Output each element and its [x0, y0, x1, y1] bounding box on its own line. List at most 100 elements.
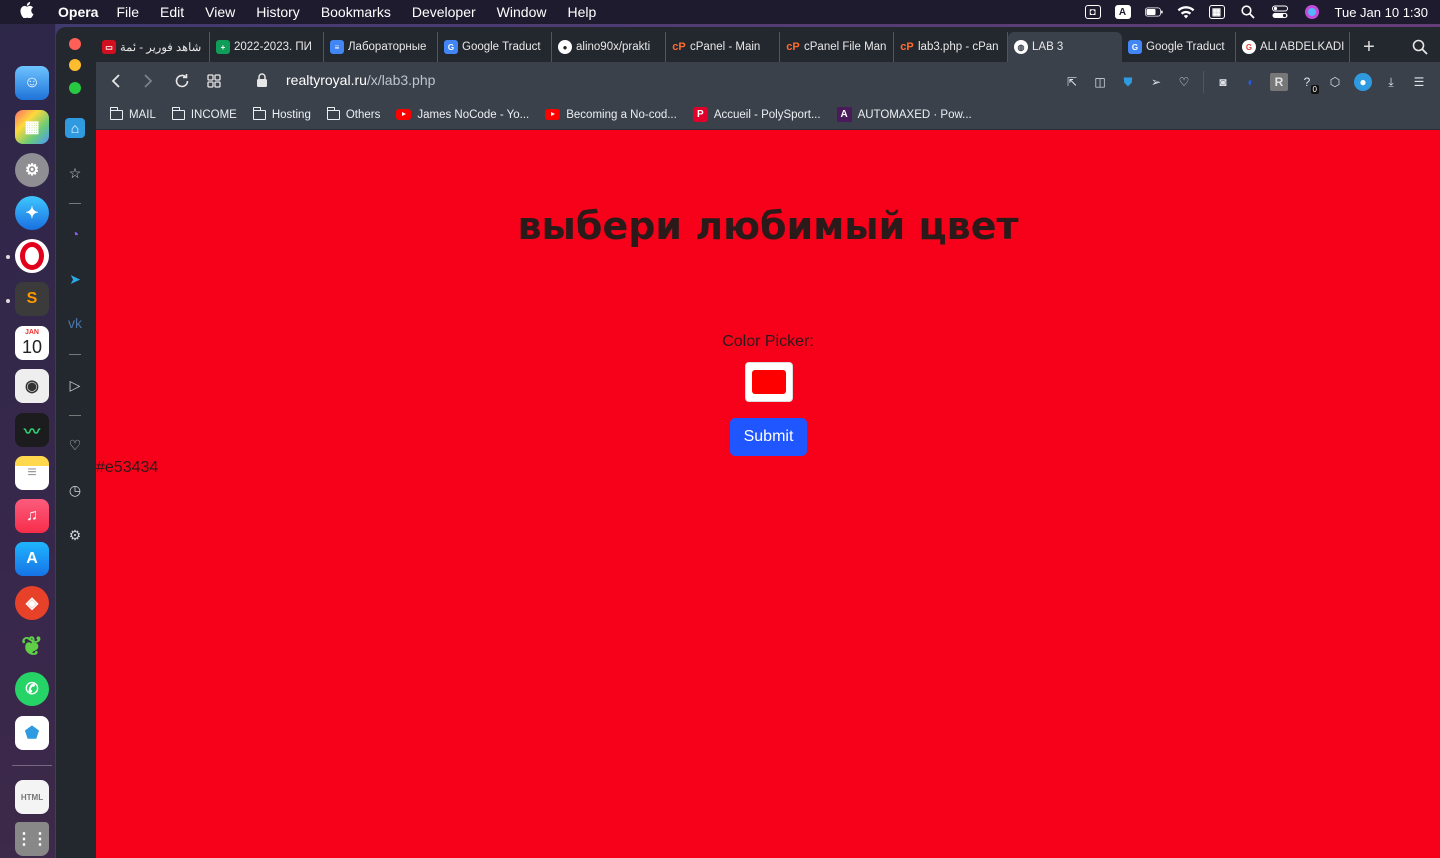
music-icon[interactable]: ♫	[15, 499, 49, 533]
bookmark-james-nocode[interactable]: James NoCode - Yo...	[396, 109, 529, 121]
messenger-icon[interactable]: ◔	[65, 224, 85, 244]
camera-extension-icon[interactable]: ◙	[1214, 73, 1232, 91]
menu-bookmarks[interactable]: Bookmarks	[321, 4, 391, 20]
send-flow-icon[interactable]: ➢	[1147, 73, 1165, 91]
tab-lab-3-active[interactable]: ◍ LAB 3	[1008, 32, 1122, 62]
tab-arabic-video[interactable]: ▭ شاهد فورير - ئمة	[96, 32, 210, 62]
cpanel-icon: cP	[900, 41, 914, 53]
sublime-text-icon[interactable]: S	[15, 282, 49, 316]
vk-icon[interactable]: vk	[65, 313, 85, 333]
share-icon[interactable]: ⇱	[1063, 73, 1081, 91]
reload-icon[interactable]	[172, 71, 192, 91]
wifi-icon[interactable]	[1177, 5, 1195, 19]
globe-icon: ◍	[1014, 40, 1028, 54]
player-icon[interactable]: ▷	[65, 375, 85, 395]
calendar-day: 10	[21, 337, 43, 357]
address-bar-url[interactable]: realtyroyal.ru/x/lab3.php	[286, 72, 435, 88]
snapshot-camera-icon[interactable]: ◫	[1091, 73, 1109, 91]
keyboard-icon[interactable]: ▦	[1208, 5, 1225, 19]
back-arrow-icon[interactable]	[106, 71, 126, 91]
easy-setup-menu-icon[interactable]: ☰	[1410, 73, 1428, 91]
download-icon[interactable]: ⤓	[1382, 73, 1400, 91]
tab-grid-icon[interactable]	[204, 71, 224, 91]
bookmarks-heart-icon[interactable]: ♡	[65, 435, 85, 455]
app-menu-opera[interactable]: Opera	[58, 4, 98, 20]
screenshot-icon[interactable]: ◉	[15, 369, 49, 403]
activity-monitor-icon[interactable]: 〰	[15, 413, 49, 447]
siri-icon[interactable]	[1303, 5, 1321, 19]
app-store-icon[interactable]: A	[15, 542, 49, 576]
anydesk-icon[interactable]: ◈	[15, 586, 49, 620]
tab-cpanel-file-manager[interactable]: cP cPanel File Man	[780, 32, 894, 62]
finder-icon[interactable]: ☺	[15, 66, 49, 100]
trash-icon[interactable]: ⋮⋮	[15, 822, 49, 856]
crescent-extension-icon[interactable]: ◐	[1242, 73, 1260, 91]
input-source-icon[interactable]: A	[1114, 5, 1131, 19]
bookmark-becoming-nocode[interactable]: Becoming a No-cod...	[545, 109, 677, 121]
minimize-window-icon[interactable]	[69, 59, 81, 71]
submit-button[interactable]: Submit	[730, 418, 807, 456]
menu-edit[interactable]: Edit	[160, 4, 184, 20]
tab-github[interactable]: ● alino90x/prakti	[552, 32, 666, 62]
extension-counter-icon[interactable]: ? 0	[1298, 73, 1319, 94]
menu-window[interactable]: Window	[497, 4, 547, 20]
launchpad-icon[interactable]: ▦	[15, 110, 49, 144]
control-center-icon[interactable]	[1271, 5, 1289, 19]
vpn-shield-badge-icon[interactable]: ⛊	[1119, 73, 1137, 91]
bookmark-heart-icon[interactable]: ♡	[1175, 73, 1193, 91]
cube-extension-icon[interactable]: ⬡	[1326, 73, 1344, 91]
telegram-icon[interactable]: ➤	[65, 269, 85, 289]
maximize-window-icon[interactable]	[69, 82, 81, 94]
opera-icon[interactable]	[15, 239, 49, 273]
history-clock-icon[interactable]: ◷	[65, 480, 85, 500]
bookmark-folder-mail[interactable]: MAIL	[109, 106, 156, 121]
shield-status-icon[interactable]: ◘	[1084, 5, 1101, 19]
menu-view[interactable]: View	[205, 4, 235, 20]
menu-file[interactable]: File	[116, 4, 139, 20]
bookmark-automaxed[interactable]: A AUTOMAXED · Pow...	[836, 107, 972, 122]
menubar-clock[interactable]: Tue Jan 10 1:30	[1335, 5, 1428, 20]
bookmark-folder-hosting[interactable]: Hosting	[252, 106, 311, 121]
vpn-shield-icon[interactable]: ⬟	[15, 716, 49, 750]
sidebar-separator	[69, 203, 81, 204]
system-preferences-icon[interactable]: ⚙	[15, 153, 49, 187]
parrot-app-icon[interactable]: ❦	[15, 629, 49, 663]
bookmark-folder-income[interactable]: INCOME	[171, 106, 237, 121]
page-content: выбери любимый цвет Color Picker: Submit…	[96, 130, 1440, 858]
tab-lab3-php[interactable]: cP lab3.php - cPan	[894, 32, 1008, 62]
tab-google-translate-2[interactable]: G Google Traduct	[1122, 32, 1236, 62]
tab-docs[interactable]: ≡ Лабораторные	[324, 32, 438, 62]
forward-arrow-icon[interactable]	[138, 71, 158, 91]
tab-sheets[interactable]: +2022-2023. ПИ	[210, 32, 324, 62]
dock-separator	[12, 765, 52, 766]
profile-avatar-icon[interactable]: ●	[1354, 73, 1372, 91]
bookmark-polysport[interactable]: P Accueil - PolySport...	[692, 107, 821, 122]
pinboards-icon[interactable]: ☆	[65, 163, 85, 183]
r-extension-icon[interactable]: R	[1270, 73, 1288, 91]
tab-ali-abdelkadi[interactable]: G ALI ABDELKADI	[1236, 32, 1350, 62]
whatsapp-icon[interactable]: ✆	[15, 672, 49, 706]
calendar-icon[interactable]: JAN 10	[15, 326, 49, 360]
battery-icon[interactable]	[1144, 5, 1163, 19]
page-icon: ▭	[102, 40, 116, 54]
bookmark-folder-others[interactable]: Others	[326, 106, 380, 121]
tab-google-translate[interactable]: G Google Traduct	[438, 32, 552, 62]
html-file-icon[interactable]: HTML	[15, 780, 49, 814]
tab-cpanel-main[interactable]: cP cPanel - Main	[666, 32, 780, 62]
color-picker-input[interactable]	[745, 362, 793, 402]
settings-gear-icon[interactable]: ⚙	[65, 525, 85, 545]
lock-icon[interactable]	[256, 73, 270, 89]
safari-icon[interactable]: ✦	[15, 196, 49, 230]
notes-icon[interactable]: ≡	[15, 456, 49, 490]
color-picker-label: Color Picker:	[722, 333, 814, 350]
new-tab-plus-icon[interactable]: +	[1356, 36, 1382, 59]
menu-help[interactable]: Help	[567, 4, 596, 20]
translate-icon: G	[1128, 40, 1142, 54]
close-window-icon[interactable]	[69, 38, 81, 50]
menu-history[interactable]: History	[256, 4, 300, 20]
menu-developer[interactable]: Developer	[412, 4, 476, 20]
apple-menu-icon[interactable]	[20, 2, 40, 22]
speed-dial-home-icon[interactable]: ⌂	[65, 118, 85, 138]
tab-search-icon[interactable]	[1412, 39, 1428, 55]
spotlight-search-icon[interactable]	[1239, 5, 1257, 19]
